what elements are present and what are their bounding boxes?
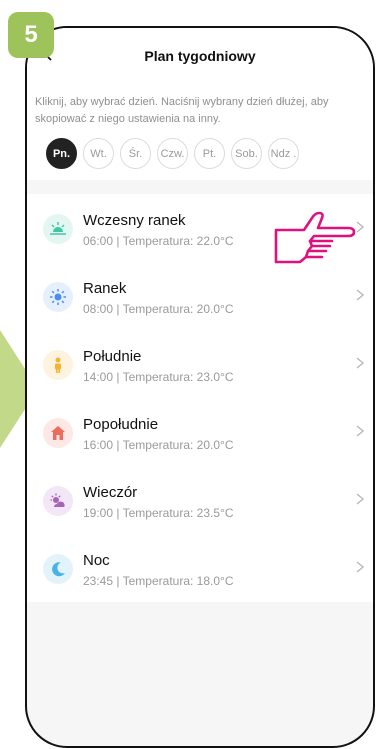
day-selector: Pn. Wt. Śr. Czw. Pt. Sob. Ndz . <box>46 138 299 169</box>
chevron-right-icon <box>356 221 365 233</box>
schedule-time: 19:00 <box>83 506 114 520</box>
day-button-ndz[interactable]: Ndz . <box>268 138 299 169</box>
chevron-right-icon <box>356 289 365 301</box>
day-button-sr[interactable]: Śr. <box>120 138 151 169</box>
day-button-pt[interactable]: Pt. <box>194 138 225 169</box>
sunset-icon <box>43 486 73 516</box>
home-icon <box>43 418 73 448</box>
schedule-temperature: Temperatura: 22.0°C <box>122 234 234 248</box>
sunrise-icon <box>43 214 73 244</box>
schedule-name: Noc <box>83 552 110 569</box>
schedule-separator: | <box>116 438 120 452</box>
page-title: Plan tygodniowy <box>144 48 256 64</box>
pointing-hand-icon <box>274 211 356 264</box>
schedule-separator: | <box>116 234 120 248</box>
schedule-time: 14:00 <box>83 370 114 384</box>
day-button-czw[interactable]: Czw. <box>157 138 188 169</box>
schedule-details: 19:00 | Temperatura: 23.5°C <box>83 506 233 520</box>
chevron-right-icon <box>356 357 365 369</box>
chevron-right-icon <box>356 493 365 505</box>
day-button-pn[interactable]: Pn. <box>46 138 77 169</box>
day-button-sob[interactable]: Sob. <box>231 138 262 169</box>
schedule-temperature: Temperatura: 23.5°C <box>122 506 234 520</box>
schedule-row-evening[interactable]: Wieczór 19:00 | Temperatura: 23.5°C <box>27 466 373 534</box>
chevron-right-icon <box>356 561 365 573</box>
phone-screen: Plan tygodniowy Kliknij, aby wybrać dzie… <box>25 26 375 748</box>
schedule-temperature: Temperatura: 18.0°C <box>122 574 234 588</box>
schedule-separator: | <box>116 574 120 588</box>
person-icon <box>43 350 73 380</box>
schedule-separator: | <box>116 302 120 316</box>
schedule-row-noon[interactable]: Południe 14:00 | Temperatura: 23.0°C <box>27 330 373 398</box>
schedule-separator: | <box>116 506 120 520</box>
schedule-name: Ranek <box>83 280 127 297</box>
schedule-temperature: Temperatura: 20.0°C <box>122 438 234 452</box>
schedule-time: 08:00 <box>83 302 114 316</box>
schedule-temperature: Temperatura: 20.0°C <box>122 302 234 316</box>
sun-icon <box>43 282 73 312</box>
header-area: Plan tygodniowy Kliknij, aby wybrać dzie… <box>27 28 373 180</box>
schedule-details: 16:00 | Temperatura: 20.0°C <box>83 438 233 452</box>
schedule-time: 23:45 <box>83 574 114 588</box>
schedule-separator: | <box>116 370 120 384</box>
schedule-time: 16:00 <box>83 438 114 452</box>
schedule-temperature: Temperatura: 23.0°C <box>122 370 234 384</box>
schedule-row-morning[interactable]: Ranek 08:00 | Temperatura: 20.0°C <box>27 262 373 330</box>
schedule-row-night[interactable]: Noc 23:45 | Temperatura: 18.0°C <box>27 534 373 602</box>
schedule-details: 06:00 | Temperatura: 22.0°C <box>83 234 233 248</box>
schedule-details: 08:00 | Temperatura: 20.0°C <box>83 302 233 316</box>
moon-icon <box>43 554 73 584</box>
hint-text: Kliknij, aby wybrać dzień. Naciśnij wybr… <box>35 96 329 125</box>
schedule-time: 06:00 <box>83 234 114 248</box>
schedule-name: Południe <box>83 348 142 365</box>
step-number: 5 <box>24 21 38 48</box>
chevron-right-icon <box>356 425 365 437</box>
schedule-details: 14:00 | Temperatura: 23.0°C <box>83 370 233 384</box>
schedule-details: 23:45 | Temperatura: 18.0°C <box>83 574 233 588</box>
schedule-name: Wczesny ranek <box>83 212 186 229</box>
schedule-row-afternoon[interactable]: Popołudnie 16:00 | Temperatura: 20.0°C <box>27 398 373 466</box>
schedule-name: Wieczór <box>83 484 138 501</box>
day-button-wt[interactable]: Wt. <box>83 138 114 169</box>
step-number-badge: 5 <box>8 12 54 58</box>
schedule-name: Popołudnie <box>83 416 159 433</box>
